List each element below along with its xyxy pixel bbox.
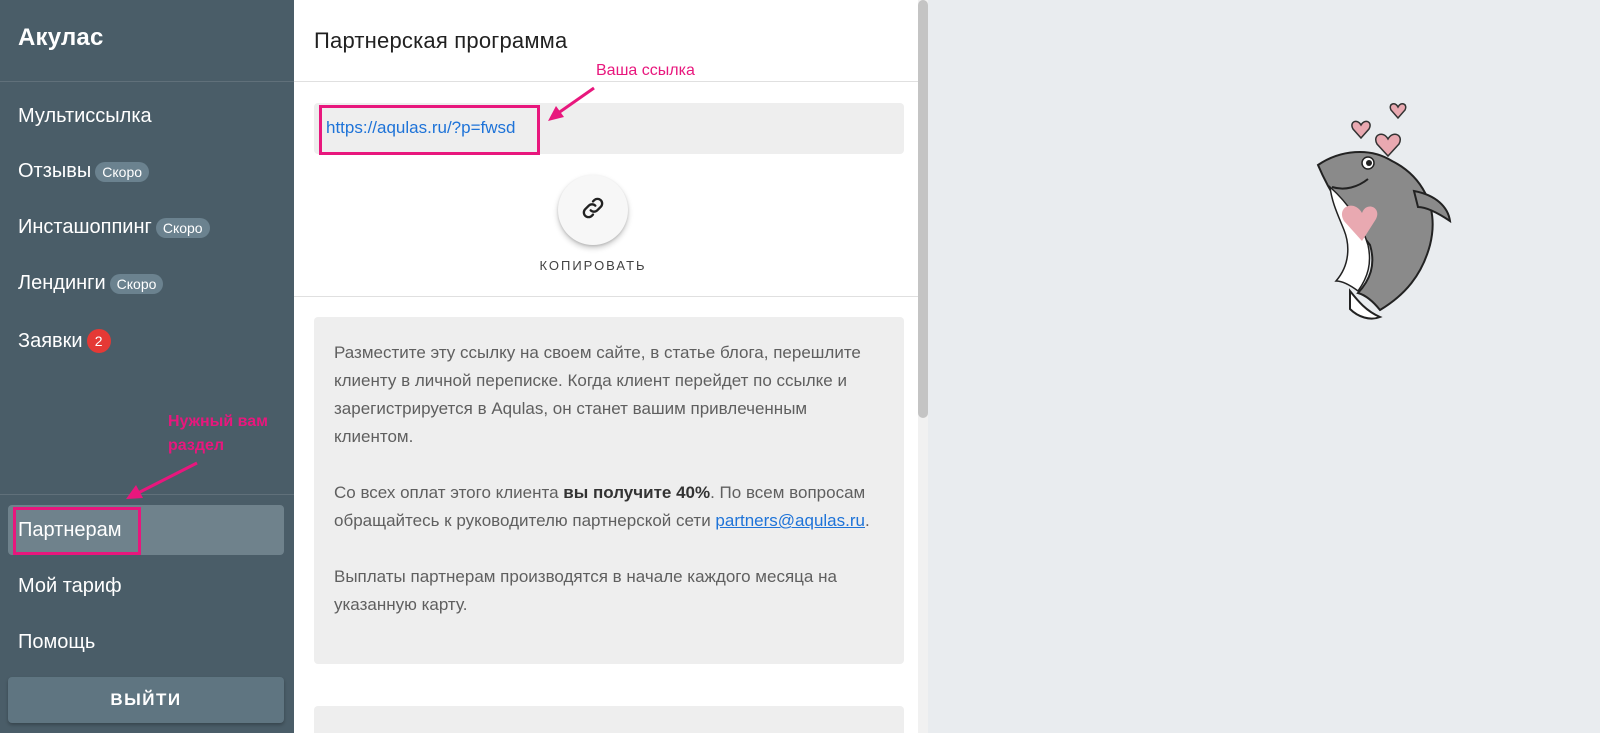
secondary-card	[314, 706, 904, 733]
divider	[294, 296, 918, 297]
sidebar-item-landings[interactable]: Лендинги Скоро	[18, 272, 164, 295]
requests-count-badge: 2	[86, 329, 111, 353]
info-paragraph: Разместите эту ссылку на своем сайте, в …	[334, 343, 861, 446]
soon-badge: Скоро	[95, 161, 150, 182]
partners-email-link[interactable]: partners@aqulas.ru	[715, 511, 865, 530]
soon-badge: Скоро	[155, 217, 210, 238]
sidebar-item-instashopping[interactable]: Инсташоппинг Скоро	[18, 216, 210, 239]
sidebar-item-my-plan[interactable]: Мой тариф	[18, 575, 122, 598]
annotation-section-frame	[13, 507, 141, 555]
annotation-section-note: раздел	[168, 437, 225, 454]
copy-label: КОПИРОВАТЬ	[539, 258, 647, 273]
sidebar-item-label: Мультиссылка	[18, 105, 152, 127]
scrollbar-thumb[interactable]	[918, 0, 928, 418]
info-text: Со всех оплат этого клиента	[334, 483, 564, 502]
sidebar-divider	[0, 81, 294, 82]
info-paragraph: Со всех оплат этого клиента вы получите …	[334, 479, 884, 535]
info-text: .	[864, 511, 870, 530]
copy-link-button[interactable]	[558, 175, 628, 245]
annotation-link-frame	[319, 105, 540, 155]
sidebar-item-label: Помощь	[18, 631, 96, 653]
annotation-link-note: Ваша ссылка	[596, 62, 695, 79]
sidebar-item-label: Инсташоппинг	[18, 216, 152, 238]
sidebar: Акулас Мультиссылка Отзывы Скоро Инсташо…	[0, 0, 294, 733]
soon-badge: Скоро	[109, 273, 164, 294]
sidebar-item-requests[interactable]: Заявки 2	[18, 329, 111, 353]
sidebar-item-help[interactable]: Помощь	[18, 631, 95, 654]
commission-text: вы получите 40%	[563, 483, 711, 502]
sidebar-item-reviews[interactable]: Отзывы Скоро	[18, 160, 150, 183]
annotation-section-note: Нужный вам	[168, 413, 268, 430]
sidebar-item-multilink[interactable]: Мультиссылка	[18, 105, 152, 128]
brand-logo-text[interactable]: Акулас	[18, 24, 104, 52]
page-title: Партнерская программа	[314, 28, 568, 53]
info-paragraph: Выплаты партнерам производятся в начале …	[334, 567, 837, 614]
divider	[294, 81, 918, 82]
partner-info-card: Разместите эту ссылку на своем сайте, в …	[314, 317, 904, 664]
logout-button[interactable]: ВЫЙТИ	[8, 677, 284, 723]
sidebar-item-label: Лендинги	[18, 272, 106, 294]
link-icon	[579, 194, 607, 227]
shark-mascot-illustration	[1316, 102, 1452, 320]
sidebar-item-label: Мой тариф	[18, 575, 122, 597]
sidebar-divider	[0, 494, 294, 495]
sidebar-item-label: Отзывы	[18, 160, 92, 182]
sidebar-item-label: Заявки	[18, 329, 83, 352]
